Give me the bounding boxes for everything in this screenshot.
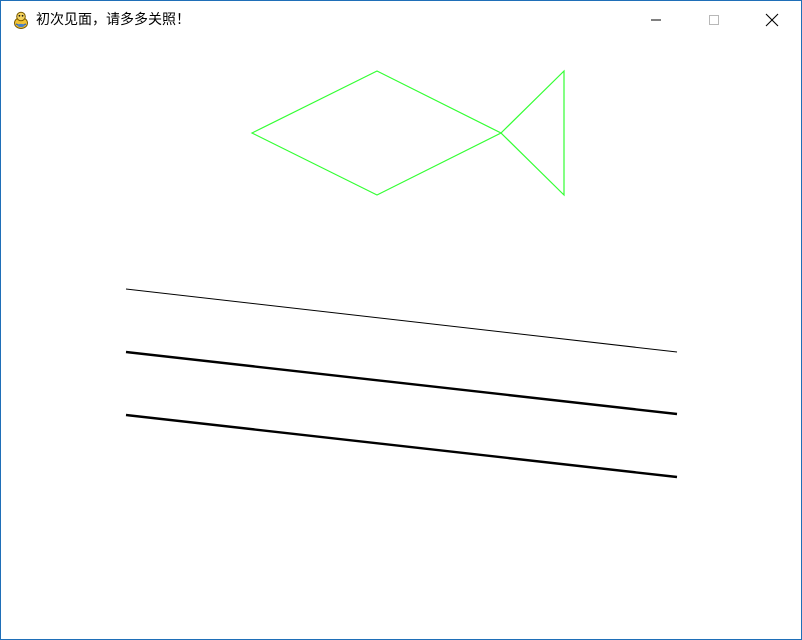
thin-line bbox=[125, 288, 678, 353]
fish-drawing bbox=[250, 69, 565, 197]
app-window: 初次见面，请多多关照！ bbox=[0, 0, 802, 640]
fish-body bbox=[250, 70, 503, 196]
thick-line-bottom bbox=[125, 413, 678, 479]
thick-line-middle bbox=[125, 350, 678, 416]
drawing-canvas bbox=[125, 69, 678, 479]
fish-tail bbox=[500, 69, 565, 197]
